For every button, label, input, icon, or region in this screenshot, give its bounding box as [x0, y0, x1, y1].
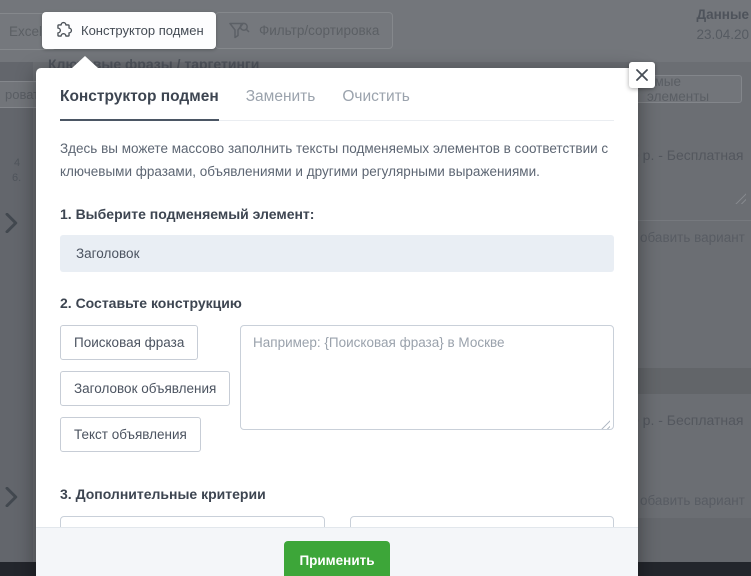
construction-textarea-wrap — [240, 325, 614, 435]
page: Excel Конструктор подмен Фильтр/сортиров… — [0, 0, 751, 576]
background-row-number: 6. — [12, 172, 22, 184]
background-row — [638, 518, 751, 562]
insert-buttons-column: Поисковая фраза Заголовок объявления Тек… — [60, 325, 240, 463]
modal-body: Конструктор подмен Заменить Очистить Зде… — [36, 68, 638, 555]
background-add-variant-link: обавить вариант — [640, 493, 745, 508]
data-label: Данные — [696, 7, 749, 22]
substituted-element-field[interactable]: Заголовок — [60, 235, 614, 273]
substitution-constructor-modal: Конструктор подмен Заменить Очистить Зде… — [36, 56, 655, 576]
chip-ad-text-button[interactable]: Текст объявления — [60, 417, 201, 453]
substituted-element-value: Заголовок — [76, 246, 140, 262]
construction-section: Поисковая фраза Заголовок объявления Тек… — [60, 325, 614, 463]
modal-footer: Применить — [36, 527, 638, 576]
tab-constructor[interactable]: Конструктор подмен — [60, 88, 219, 121]
excel-button-label: Excel — [9, 24, 43, 39]
filter-sort-button: Фильтр/сортировка — [215, 12, 394, 49]
modal-pointer-arrow — [72, 56, 98, 68]
step2-title: 2. Составьте конструкцию — [60, 295, 242, 312]
background-row-number: 4 — [14, 157, 21, 169]
filter-sort-button-label: Фильтр/сортировка — [259, 23, 380, 38]
tab-clear[interactable]: Очистить — [342, 88, 409, 120]
apply-button[interactable]: Применить — [284, 541, 390, 576]
chip-search-phrase-button[interactable]: Поисковая фраза — [60, 325, 199, 361]
modal-tabs: Конструктор подмен Заменить Очистить — [60, 88, 614, 121]
step3-title: 3. Дополнительные критерии — [60, 486, 266, 503]
background-elements-button-label: емые элементы — [647, 74, 710, 104]
background-divider — [638, 220, 751, 221]
step1-title: 1. Выберите подменяемый элемент: — [60, 206, 315, 223]
construction-textarea[interactable] — [240, 325, 614, 431]
chip-ad-title-button[interactable]: Заголовок объявления — [60, 371, 231, 407]
background-price-text: 0 р. - Бесплатная — [631, 412, 744, 428]
constructor-button[interactable]: Конструктор подмен — [42, 12, 216, 49]
expand-chevron-icon — [5, 486, 19, 512]
background-add-variant-link: обавить вариант — [640, 230, 745, 245]
tab-replace[interactable]: Заменить — [246, 88, 316, 120]
date-label: 23.04.20 — [696, 27, 749, 42]
close-button[interactable] — [629, 62, 655, 88]
background-resize-handle-icon — [735, 193, 746, 204]
close-icon — [636, 69, 648, 81]
background-price-text: 0 р. - Бесплатная — [631, 147, 744, 163]
constructor-button-label: Конструктор подмен — [81, 23, 204, 38]
puzzle-icon — [54, 21, 73, 40]
modal-description: Здесь вы можете массово заполнить тексты… — [60, 141, 609, 180]
filter-search-icon — [229, 22, 250, 39]
background-row — [638, 368, 751, 394]
expand-chevron-icon — [5, 212, 19, 238]
